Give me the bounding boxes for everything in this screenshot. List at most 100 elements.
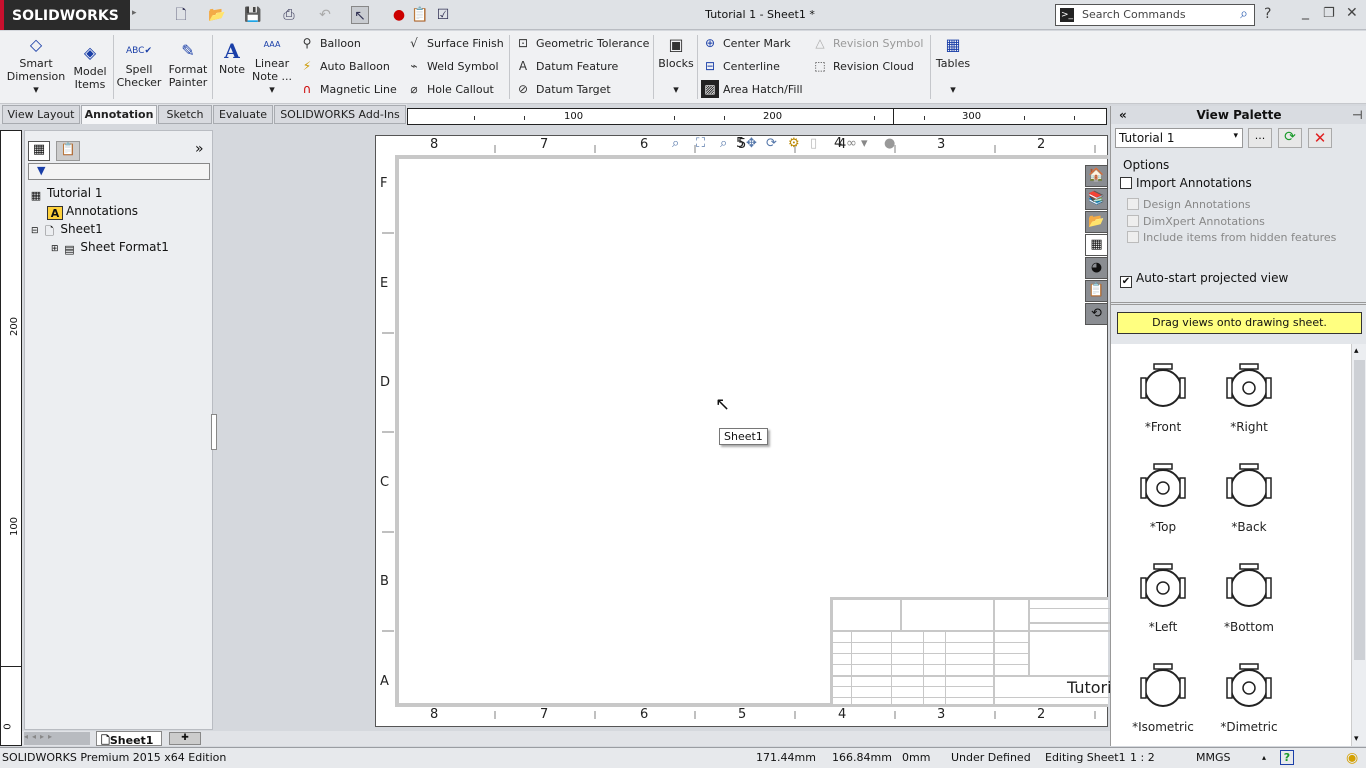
palette-view-isometric[interactable]: *Isometric bbox=[1123, 660, 1203, 734]
minimize-icon[interactable]: _ bbox=[1302, 4, 1309, 20]
sheet-navigation-arrows[interactable]: ◂◂▸▸ bbox=[24, 732, 90, 745]
solidworks-forum-icon[interactable]: ⟲ bbox=[1085, 303, 1108, 325]
datum-feature-button[interactable]: A Datum Feature bbox=[514, 57, 618, 75]
checkbox[interactable]: ✔ bbox=[1120, 276, 1132, 288]
magnetic-line-button[interactable]: ∩ Magnetic Line bbox=[298, 80, 397, 98]
palette-view-back[interactable]: *Back bbox=[1209, 460, 1289, 534]
expand-panel-icon[interactable]: » bbox=[195, 141, 204, 157]
zoom-to-area-icon[interactable]: ⛶ bbox=[696, 136, 705, 151]
palette-view-front[interactable]: *Front bbox=[1123, 360, 1203, 434]
balloon-button[interactable]: ⚲ Balloon bbox=[298, 34, 361, 52]
pan-icon[interactable]: ✥ bbox=[746, 136, 757, 151]
tree-item-tutorial-1[interactable]: ▦ Tutorial 1 bbox=[28, 186, 103, 203]
print-icon[interactable]: ⎙ bbox=[280, 6, 298, 24]
spell-checker-button[interactable]: ABC✔ Spell Checker bbox=[116, 41, 162, 89]
tab-view-layout[interactable]: View Layout bbox=[2, 105, 80, 124]
add-sheet-icon[interactable]: ✚ bbox=[169, 732, 201, 745]
property-manager-tab-icon[interactable]: 📋 bbox=[56, 141, 80, 161]
tree-item-sheet-format1[interactable]: ⊞ ▤ Sheet Format1 bbox=[51, 240, 169, 257]
browse-button[interactable]: ... bbox=[1248, 128, 1272, 148]
weld-symbol-button[interactable]: ⌁ Weld Symbol bbox=[405, 57, 498, 75]
help-icon[interactable]: ? bbox=[1264, 6, 1271, 22]
auto-start-projected-view-checkbox[interactable]: ✔ Auto-start projected view bbox=[1120, 271, 1288, 288]
zoom-to-fit-icon[interactable]: ⌕ bbox=[672, 136, 679, 151]
close-icon[interactable]: ✕ bbox=[1346, 5, 1358, 21]
file-properties-icon[interactable]: 📋 bbox=[411, 6, 429, 24]
select-pointer-icon[interactable]: ↖ bbox=[351, 6, 369, 24]
display-style-icon[interactable]: ▯ bbox=[810, 136, 817, 151]
surface-finish-button[interactable]: √ Surface Finish bbox=[405, 34, 504, 52]
splitter[interactable] bbox=[1111, 302, 1366, 305]
checkbox[interactable] bbox=[1120, 177, 1132, 189]
tab-annotation[interactable]: Annotation bbox=[81, 105, 157, 124]
format-painter-button[interactable]: ✎ Format Painter bbox=[166, 41, 210, 89]
checkbox[interactable] bbox=[1127, 198, 1139, 210]
pin-icon[interactable]: ⊣ bbox=[1352, 106, 1363, 124]
palette-view-dimetric[interactable]: *Dimetric bbox=[1209, 660, 1289, 734]
hole-callout-button[interactable]: ⌀ Hole Callout bbox=[405, 80, 494, 98]
palette-view-bottom[interactable]: *Bottom bbox=[1209, 560, 1289, 634]
document-select[interactable]: Tutorial 1 ▾ bbox=[1115, 128, 1243, 148]
hide-show-items-icon[interactable]: ∞ ▾ bbox=[846, 136, 868, 151]
quick-tips-icon[interactable]: ? bbox=[1280, 750, 1294, 765]
menu-expand-icon[interactable]: ▸ bbox=[132, 8, 137, 18]
clear-icon[interactable]: ✕ bbox=[1308, 128, 1332, 148]
filter-input[interactable]: ▼ bbox=[28, 163, 210, 180]
tab-solidworks-add-ins[interactable]: SOLIDWORKS Add-Ins bbox=[274, 105, 406, 124]
open-folder-icon[interactable]: 📂 bbox=[208, 6, 226, 24]
palette-view-right[interactable]: *Right bbox=[1209, 360, 1289, 434]
area-hatch-button[interactable]: ▨ Area Hatch/Fill bbox=[701, 80, 803, 98]
dimxpert-annotations-checkbox[interactable]: DimXpert Annotations bbox=[1127, 215, 1265, 228]
appearances-icon[interactable]: ◕ bbox=[1085, 257, 1108, 279]
scroll-down-icon[interactable]: ▾ bbox=[1354, 734, 1359, 744]
file-explorer-icon[interactable]: 📂 bbox=[1085, 211, 1108, 233]
blocks-button[interactable]: ▣ Blocks ▾ bbox=[656, 35, 696, 96]
datum-target-button[interactable]: ⊘ Datum Target bbox=[514, 80, 611, 98]
revision-symbol-button[interactable]: △ Revision Symbol bbox=[811, 34, 923, 52]
import-annotations-checkbox[interactable]: Import Annotations bbox=[1120, 176, 1252, 190]
linear-note-button[interactable]: AAA Linear Note ... ▾ bbox=[250, 35, 294, 96]
options-icon[interactable]: ☑ bbox=[434, 6, 452, 24]
view-palette-icon[interactable]: ▦ bbox=[1085, 234, 1108, 256]
collapse-icon[interactable]: ⊟ bbox=[31, 226, 41, 236]
scroll-thumb[interactable] bbox=[1354, 360, 1365, 660]
smart-dimension-button[interactable]: ◇ Smart Dimension ▾ bbox=[6, 35, 66, 96]
feature-tree-tab-icon[interactable]: ▦ bbox=[28, 141, 50, 161]
apply-scene-icon[interactable]: ● bbox=[884, 136, 895, 151]
checkbox[interactable] bbox=[1127, 215, 1139, 227]
palette-view-top[interactable]: *Top bbox=[1123, 460, 1203, 534]
center-mark-button[interactable]: ⊕ Center Mark bbox=[701, 34, 791, 52]
panel-splitter-handle[interactable] bbox=[211, 414, 217, 450]
solidworks-resources-icon[interactable]: 🏠 bbox=[1085, 165, 1108, 187]
search-commands-input[interactable]: >_ Search Commands ⌕ bbox=[1055, 4, 1255, 26]
rotate-icon[interactable]: ⟳ bbox=[766, 136, 777, 151]
unit-menu-icon[interactable]: ▴ bbox=[1262, 748, 1266, 768]
geometric-tolerance-button[interactable]: ⊡ Geometric Tolerance bbox=[514, 34, 649, 52]
save-icon[interactable]: 💾 bbox=[244, 6, 262, 24]
solidworks-logo[interactable]: SOLIDWORKS bbox=[0, 0, 130, 30]
auto-balloon-button[interactable]: ⚡ Auto Balloon bbox=[298, 57, 390, 75]
design-library-icon[interactable]: 📚 bbox=[1085, 188, 1108, 210]
refresh-icon[interactable]: ⟳ bbox=[1278, 128, 1302, 148]
sheet-scale[interactable]: 1 : 2 bbox=[1130, 748, 1155, 768]
tab-sketch[interactable]: Sketch bbox=[158, 105, 212, 124]
views-scrollbar[interactable]: ▴ ▾ bbox=[1351, 344, 1366, 746]
tree-item-annotations[interactable]: A Annotations bbox=[47, 204, 138, 220]
tab-evaluate[interactable]: Evaluate bbox=[213, 105, 273, 124]
unit-system[interactable]: MMGS bbox=[1196, 748, 1231, 768]
rebuild-icon[interactable]: ◉ bbox=[1346, 748, 1358, 768]
new-document-icon[interactable]: 🗋 bbox=[172, 6, 190, 24]
tree-item-sheet1[interactable]: ⊟ 🗋 Sheet1 bbox=[31, 222, 103, 238]
checkbox[interactable] bbox=[1127, 231, 1139, 243]
zoom-previous-icon[interactable]: ⌕ bbox=[720, 136, 727, 151]
search-icon[interactable]: ⌕ bbox=[1240, 6, 1248, 22]
include-hidden-features-checkbox[interactable]: Include items from hidden features bbox=[1127, 231, 1336, 244]
sheet-tab-sheet1[interactable]: 🗋Sheet1 bbox=[96, 731, 162, 747]
custom-properties-icon[interactable]: 📋 bbox=[1085, 280, 1108, 302]
design-annotations-checkbox[interactable]: Design Annotations bbox=[1127, 198, 1251, 211]
revision-cloud-button[interactable]: ⬚ Revision Cloud bbox=[811, 57, 914, 75]
centerline-button[interactable]: ⊟ Centerline bbox=[701, 57, 780, 75]
model-items-button[interactable]: ◈ Model Items bbox=[70, 43, 110, 91]
view-settings-icon[interactable]: ⚙ bbox=[788, 136, 800, 151]
note-button[interactable]: A Note bbox=[216, 41, 248, 76]
